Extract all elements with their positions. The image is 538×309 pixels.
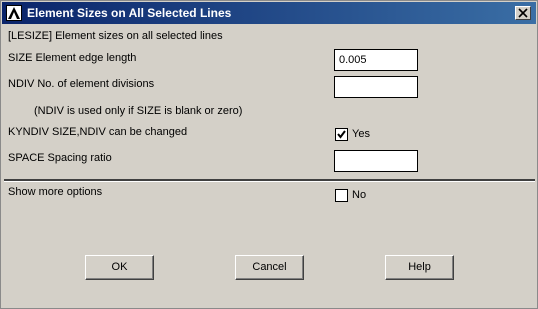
ndiv-input[interactable] — [334, 76, 418, 98]
kyndiv-label: KYNDIV SIZE,NDIV can be changed — [8, 126, 188, 138]
dialog-window: Element Sizes on All Selected Lines [LES… — [0, 0, 538, 309]
ndiv-note: (NDIV is used only if SIZE is blank or z… — [34, 105, 243, 117]
title-bar[interactable]: Element Sizes on All Selected Lines — [2, 2, 536, 24]
space-label: SPACE Spacing ratio — [8, 152, 112, 164]
kyndiv-checkbox[interactable] — [335, 128, 348, 141]
section-divider — [4, 179, 535, 182]
space-input[interactable] — [334, 150, 418, 172]
size-label: SIZE Element edge length — [8, 52, 137, 64]
command-header: [LESIZE] Element sizes on all selected l… — [8, 30, 223, 42]
ndiv-label: NDIV No. of element divisions — [8, 78, 155, 90]
close-icon — [518, 8, 528, 18]
more-options-value-label: No — [352, 189, 367, 201]
ansys-logo-icon — [6, 5, 22, 21]
close-button[interactable] — [515, 6, 531, 20]
cancel-button[interactable]: Cancel — [235, 255, 304, 280]
help-button[interactable]: Help — [385, 255, 454, 280]
size-input[interactable] — [334, 49, 418, 71]
more-options-checkbox[interactable] — [335, 189, 348, 202]
checkmark-icon — [337, 130, 346, 139]
more-options-label: Show more options — [8, 186, 103, 198]
ok-button[interactable]: OK — [85, 255, 154, 280]
window-title: Element Sizes on All Selected Lines — [27, 6, 232, 20]
kyndiv-value-label: Yes — [352, 128, 370, 140]
